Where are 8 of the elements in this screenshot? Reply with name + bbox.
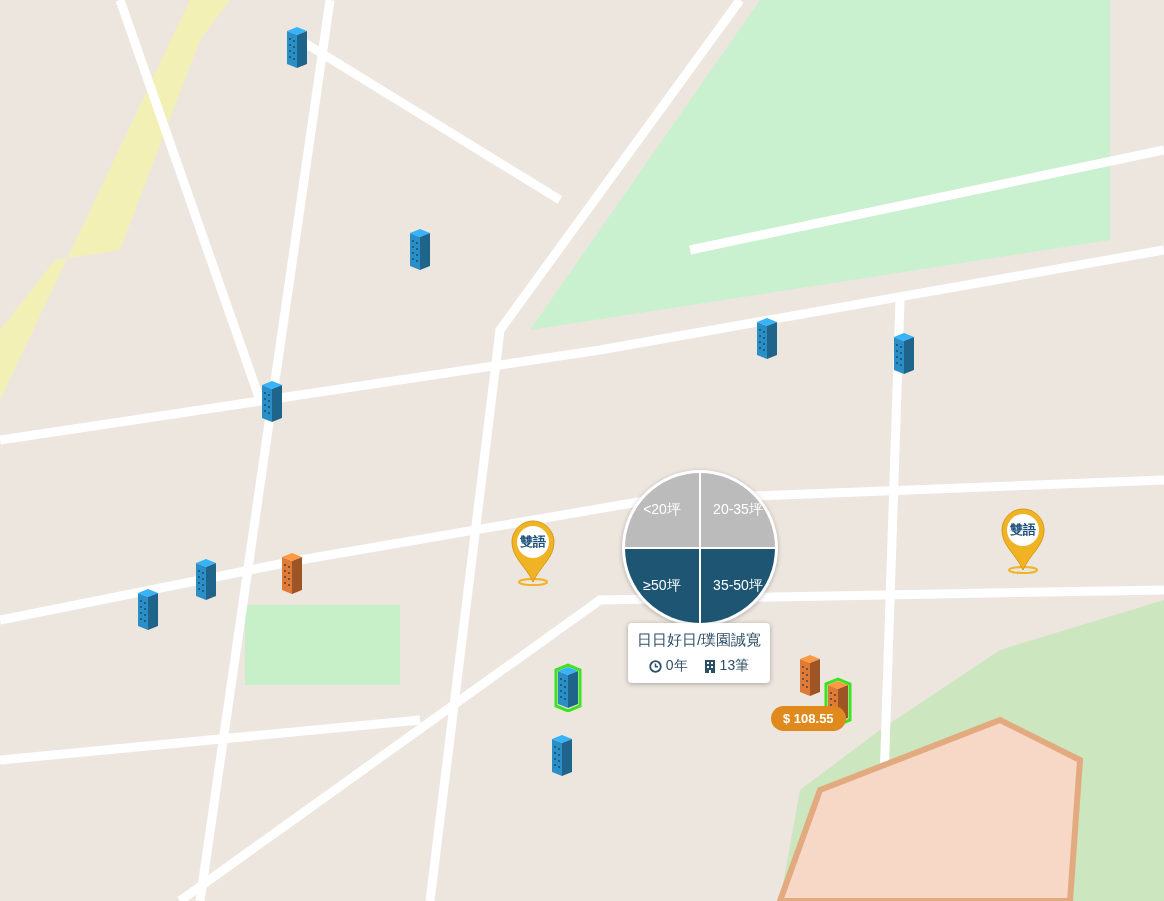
school-marker[interactable]: 雙語: [510, 520, 556, 586]
school-marker[interactable]: 雙語: [1000, 508, 1046, 574]
listing-title: 日日好日/璞園誠寬: [635, 630, 763, 650]
clock-icon: [648, 659, 662, 673]
building-age: 0年: [665, 657, 688, 675]
building-icon: [703, 659, 716, 673]
transaction-count: 13筆: [719, 657, 750, 675]
building-icon[interactable]: [553, 662, 583, 712]
